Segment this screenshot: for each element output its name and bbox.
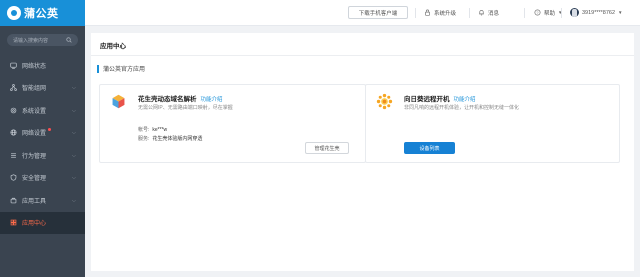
user-menu[interactable]: 3919****8762 ▼: [570, 6, 623, 19]
card-title-text: 花生壳动态域名解析: [138, 96, 197, 103]
sidebar-item-app-tools[interactable]: 应用工具 ⌵: [0, 189, 85, 212]
app-card-peanut-ddns: 花生壳动态域名解析 功能介绍 无需公网IP、无需路由端口映射，尽在掌握 帐号: ke…: [99, 84, 366, 163]
caret-down-icon: ▼: [618, 10, 623, 15]
top-header: 下载手机客户端 系统升级 消息 ? 帮助 ▼ 3919****8762 ▼: [85, 0, 640, 26]
sidebar-item-smart-network[interactable]: 智能组网 ⌵: [0, 77, 85, 100]
sidebar-search[interactable]: 请输入搜索内容: [7, 34, 78, 46]
settings-icon: [10, 107, 17, 114]
shield-icon: [10, 174, 17, 181]
globe-icon: [10, 129, 17, 136]
svg-text:?: ?: [536, 11, 538, 15]
help-icon: ?: [534, 9, 541, 16]
device-list-button[interactable]: 设备列表: [404, 142, 455, 154]
sidebar-menu: 网络状态 智能组网 ⌵ 系统设置 ⌵ 网络设置 ⌵ 行为管理 ⌵ 安全管理 ⌵: [0, 54, 85, 234]
sidebar-item-label: 行为管理: [22, 153, 47, 160]
page-title: 应用中心: [100, 43, 126, 50]
help-label: 帮助: [544, 10, 556, 17]
download-app-button[interactable]: 下载手机客户端: [348, 6, 408, 19]
sunflower-logo-icon: [376, 93, 393, 110]
chevron-down-icon: ⌵: [72, 152, 76, 159]
search-icon[interactable]: [66, 37, 72, 43]
app-card-sunflower-boot: 向日葵远程开机 功能介绍 非同凡响的远程开机体验，让开机和控制无缝一体化 设备列表: [365, 84, 620, 163]
tools-icon: [10, 197, 17, 204]
behavior-icon: [10, 152, 17, 159]
messages-button[interactable]: 消息: [478, 6, 499, 19]
chevron-down-icon: ⌵: [72, 197, 76, 204]
chevron-down-icon: ⌵: [72, 175, 76, 182]
system-upgrade-button[interactable]: 系统升级: [424, 6, 456, 19]
download-app-label: 下载手机客户端: [358, 10, 398, 17]
card-description: 非同凡响的远程开机体验，让开机和控制无缝一体化: [404, 105, 520, 111]
service-value: 花生壳体验版内网穿透: [152, 136, 203, 142]
account-label: 帐号:: [138, 127, 150, 133]
messages-label: 消息: [488, 10, 500, 17]
card-title-text: 向日葵远程开机: [404, 96, 450, 103]
network-icon: [10, 84, 17, 92]
account-row: 帐号: ke***w: [138, 126, 167, 133]
feature-intro-link[interactable]: 功能介绍: [201, 97, 223, 103]
chevron-down-icon: ⌵: [72, 130, 76, 137]
section-header: 蒲公英官方应用: [97, 64, 145, 73]
peanut-shell-logo-icon: [112, 94, 125, 109]
sidebar-item-system-settings[interactable]: 系统设置 ⌵: [0, 99, 85, 122]
notification-dot: [48, 127, 51, 131]
sidebar-item-label: 智能组网: [22, 86, 47, 93]
avatar: [570, 8, 579, 17]
sidebar: 蒲公英 请输入搜索内容 网络状态 智能组网 ⌵ 系统设置 ⌵ 网络设置 ⌵ 行为…: [0, 0, 85, 277]
header-divider: [524, 8, 525, 18]
service-label: 服务:: [138, 136, 150, 142]
sidebar-item-app-center[interactable]: 应用中心: [0, 211, 85, 234]
chevron-down-icon: ⌵: [72, 107, 76, 114]
header-divider: [469, 8, 470, 18]
dandelion-logo-icon: [7, 6, 21, 20]
sidebar-item-label: 网络状态: [22, 63, 47, 70]
section-accent-bar: [97, 64, 99, 73]
service-row: 服务: 花生壳体验版内网穿透: [138, 135, 202, 142]
system-upgrade-label: 系统升级: [434, 10, 457, 17]
section-title: 蒲公英官方应用: [103, 67, 146, 73]
account-value: ke***w: [152, 127, 168, 133]
search-input[interactable]: 请输入搜索内容: [13, 37, 66, 44]
divider: [91, 55, 634, 56]
brand-logo[interactable]: 蒲公英: [0, 0, 85, 26]
header-divider: [415, 8, 416, 18]
app-center-icon: [10, 219, 17, 226]
sidebar-item-label: 网络设置: [22, 131, 47, 138]
chevron-down-icon: ⌵: [72, 85, 76, 92]
main-panel: 应用中心 蒲公英官方应用 花生壳动态域名解析 功能介绍 无需公网IP、无需路由端口…: [91, 33, 634, 271]
sidebar-item-network-settings[interactable]: 网络设置 ⌵: [0, 122, 85, 145]
card-title: 向日葵远程开机 功能介绍: [404, 93, 476, 103]
sidebar-item-behavior-management[interactable]: 行为管理 ⌵: [0, 144, 85, 167]
status-icon: [10, 62, 17, 69]
lock-icon: [425, 9, 430, 16]
header-divider: [561, 8, 562, 18]
bell-icon: [479, 10, 484, 16]
help-menu[interactable]: ? 帮助 ▼: [534, 6, 562, 19]
sidebar-item-network-status[interactable]: 网络状态: [0, 54, 85, 77]
brand-name: 蒲公英: [24, 8, 59, 20]
card-title: 花生壳动态域名解析 功能介绍: [138, 93, 223, 103]
user-account-label: 3919****8762: [582, 9, 616, 16]
feature-intro-link[interactable]: 功能介绍: [454, 97, 476, 103]
sidebar-item-label: 系统设置: [22, 108, 47, 115]
sidebar-item-label: 安全管理: [22, 176, 47, 183]
manage-peanut-button[interactable]: 管理花生壳: [305, 142, 349, 154]
sidebar-item-label: 应用工具: [22, 198, 47, 205]
sidebar-item-label: 应用中心: [22, 221, 47, 228]
card-description: 无需公网IP、无需路由端口映射，尽在掌握: [138, 105, 233, 111]
sidebar-item-security-management[interactable]: 安全管理 ⌵: [0, 167, 85, 190]
